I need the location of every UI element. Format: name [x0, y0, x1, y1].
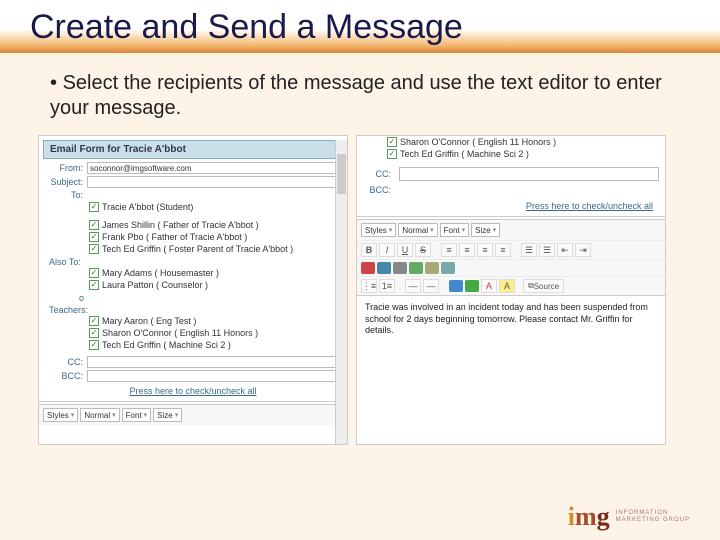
- list-button[interactable]: ☰: [539, 243, 555, 257]
- cc-label: CC:: [363, 169, 391, 179]
- teacher: Mary Aaron ( Eng Test ): [102, 316, 196, 326]
- size-select[interactable]: Size▾: [471, 223, 500, 237]
- subject-label: Subject:: [45, 177, 83, 187]
- outdent-button[interactable]: ⇥: [575, 243, 591, 257]
- bg-color-button[interactable]: A: [499, 279, 515, 293]
- hr-button[interactable]: —: [405, 279, 421, 293]
- chevron-down-icon: ▾: [175, 411, 179, 419]
- recipient: Frank Pbo ( Father of Tracie A'bbot ): [102, 232, 247, 242]
- checkbox-icon[interactable]: ✓: [89, 268, 99, 278]
- subject-input[interactable]: [87, 176, 341, 188]
- recipient: Tracie A'bbot (Student): [102, 202, 193, 212]
- format-select[interactable]: Normal▾: [398, 223, 437, 237]
- recipient: Mary Adams ( Housemaster ): [102, 268, 219, 278]
- from-input[interactable]: soconnor@imgsoftware.com: [87, 162, 341, 174]
- recipient: Laura Patton ( Counselor ): [102, 280, 208, 290]
- chevron-down-icon: ▾: [144, 411, 148, 419]
- bold-button[interactable]: B: [361, 243, 377, 257]
- chevron-down-icon: ▾: [112, 411, 116, 419]
- list-ul-button[interactable]: ⋮≡: [361, 279, 377, 293]
- chevron-down-icon: ▾: [389, 226, 393, 234]
- checkbox-icon[interactable]: ✓: [89, 328, 99, 338]
- align-center-button[interactable]: ≡: [459, 243, 475, 257]
- bcc-input[interactable]: [399, 183, 659, 197]
- text-color-button[interactable]: A: [481, 279, 497, 293]
- editor-body[interactable]: Tracie was involved in an incident today…: [357, 295, 665, 343]
- email-form-panel: Email Form for Tracie A'bbot From: socon…: [38, 135, 348, 445]
- undo-icon[interactable]: [425, 262, 439, 274]
- strike-button[interactable]: S: [415, 243, 431, 257]
- check-uncheck-link[interactable]: Press here to check/uncheck all: [39, 383, 347, 399]
- to-label: To:: [45, 190, 83, 200]
- bcc-label: BCC:: [45, 371, 83, 381]
- image-icon[interactable]: [409, 262, 423, 274]
- styles-select[interactable]: Styles▾: [361, 223, 396, 237]
- list-button[interactable]: ☰: [521, 243, 537, 257]
- checkbox-icon[interactable]: ✓: [89, 202, 99, 212]
- source-button[interactable]: ⧉ Source: [523, 279, 564, 293]
- print-icon[interactable]: [393, 262, 407, 274]
- car-icon[interactable]: [449, 280, 463, 292]
- teacher: Sharon O'Connor ( English 11 Honors ): [102, 328, 258, 338]
- underline-button[interactable]: U: [397, 243, 413, 257]
- recipient: James Shillin ( Father of Tracie A'bbot …: [102, 220, 259, 230]
- teacher: Tech Ed Griffin ( Machine Sci 2 ): [102, 340, 231, 350]
- chevron-down-icon: ▾: [71, 411, 75, 419]
- editor-panel: ✓Sharon O'Connor ( English 11 Honors ) ✓…: [356, 135, 666, 445]
- from-label: From:: [45, 163, 83, 173]
- chevron-down-icon: ▾: [430, 226, 434, 234]
- format-select[interactable]: Normal▾: [80, 408, 119, 422]
- teacher: Tech Ed Griffin ( Machine Sci 2 ): [400, 149, 529, 159]
- size-select[interactable]: Size▾: [153, 408, 182, 422]
- page-title: Create and Send a Message: [30, 8, 690, 47]
- bullet-text: Select the recipients of the message and…: [0, 53, 720, 131]
- cc-input[interactable]: [399, 167, 659, 181]
- checkbox-icon[interactable]: ✓: [387, 137, 397, 147]
- redo-icon[interactable]: [441, 262, 455, 274]
- font-select[interactable]: Font▾: [122, 408, 152, 422]
- font-select[interactable]: Font▾: [440, 223, 470, 237]
- editor-toolbar: Styles▾ Normal▾ Font▾ Size▾: [357, 219, 665, 240]
- car-icon[interactable]: [465, 280, 479, 292]
- indent-button[interactable]: ⇤: [557, 243, 573, 257]
- scrollbar[interactable]: [335, 140, 347, 444]
- checkbox-icon[interactable]: ✓: [89, 232, 99, 242]
- checkbox-icon[interactable]: ✓: [89, 316, 99, 326]
- align-left-button[interactable]: ≡: [441, 243, 457, 257]
- also-to-label: Also To:: [39, 255, 347, 267]
- checkbox-icon[interactable]: ✓: [89, 220, 99, 230]
- cc-label: CC:: [45, 357, 83, 367]
- color-icon[interactable]: [377, 262, 391, 274]
- checkbox-icon[interactable]: ✓: [89, 280, 99, 290]
- bcc-label: BCC:: [363, 185, 391, 195]
- o-label: o: [39, 291, 347, 303]
- align-justify-button[interactable]: ≡: [495, 243, 511, 257]
- bcc-input[interactable]: [87, 370, 341, 382]
- check-uncheck-link[interactable]: Press here to check/uncheck all: [357, 198, 665, 214]
- checkbox-icon[interactable]: ✓: [387, 149, 397, 159]
- align-right-button[interactable]: ≡: [477, 243, 493, 257]
- cc-input[interactable]: [87, 356, 341, 368]
- footer-logo: img INFORMATIONMARKETING GROUP: [568, 502, 690, 532]
- hr-button[interactable]: —: [423, 279, 439, 293]
- italic-button[interactable]: I: [379, 243, 395, 257]
- chevron-down-icon: ▾: [462, 226, 466, 234]
- styles-select[interactable]: Styles▾: [43, 408, 78, 422]
- email-form-header: Email Form for Tracie A'bbot: [43, 140, 343, 159]
- teachers-label: Teachers:: [39, 303, 347, 315]
- list-ol-button[interactable]: 1≡: [379, 279, 395, 293]
- recipient: Tech Ed Griffin ( Foster Parent of Traci…: [102, 244, 293, 254]
- chevron-down-icon: ▾: [493, 226, 497, 234]
- color-icon[interactable]: [361, 262, 375, 274]
- checkbox-icon[interactable]: ✓: [89, 244, 99, 254]
- checkbox-icon[interactable]: ✓: [89, 340, 99, 350]
- teacher: Sharon O'Connor ( English 11 Honors ): [400, 137, 556, 147]
- editor-toolbar: Styles▾ Normal▾ Font▾ Size▾: [39, 404, 347, 425]
